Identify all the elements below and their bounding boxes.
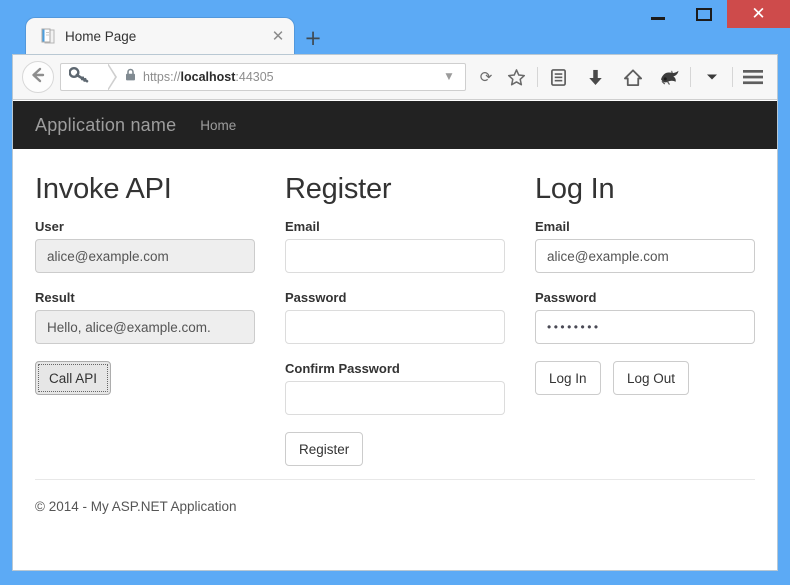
page-container: Invoke API User alice@example.com Result…	[13, 149, 777, 514]
register-password-input[interactable]	[285, 310, 505, 344]
field-confirm-password: Confirm Password	[285, 361, 505, 415]
toolbar-separator	[732, 67, 733, 87]
field-label: Result	[35, 290, 75, 305]
toolbar-separator	[690, 67, 691, 87]
login-email-input[interactable]: alice@example.com	[535, 239, 755, 273]
column-heading: Log In	[535, 173, 615, 205]
column-invoke-api: Invoke API User alice@example.com Result…	[35, 163, 285, 466]
url-text: https://localhost:44305	[143, 70, 439, 84]
field-label: Password	[285, 290, 347, 305]
lock-icon	[125, 68, 136, 86]
reload-button[interactable]: ⟳	[474, 68, 498, 86]
app-navbar: Application name Home	[13, 101, 777, 149]
url-port: :44305	[235, 70, 274, 84]
field-login-email: Email alice@example.com	[535, 219, 755, 273]
browser-content-frame: https://localhost:44305 ▼ ⟳ Application …	[12, 54, 778, 571]
toolbar-separator	[537, 67, 538, 87]
log-in-button[interactable]: Log In	[535, 361, 601, 395]
reader-list-icon[interactable]	[540, 62, 577, 92]
browser-window: ✕ Home Page ✕ + https://localhost:44305 …	[0, 0, 790, 585]
page-viewport: Application name Home Invoke API User al…	[13, 101, 777, 570]
column-log-in: Log In Email alice@example.com Password …	[535, 163, 777, 466]
field-register-email: Email	[285, 219, 505, 273]
url-bar[interactable]: https://localhost:44305 ▼	[60, 63, 466, 91]
navbar-brand[interactable]: Application name	[35, 115, 176, 136]
result-input[interactable]: Hello, alice@example.com.	[35, 310, 255, 344]
field-label: Email	[535, 219, 570, 234]
overflow-chevron-icon[interactable]	[693, 62, 730, 92]
browser-tab-home-page[interactable]: Home Page ✕	[26, 18, 294, 54]
back-button[interactable]	[22, 61, 54, 93]
url-scheme: https://	[143, 70, 181, 84]
column-heading: Invoke API	[35, 173, 172, 205]
navigation-toolbar: https://localhost:44305 ▼ ⟳	[13, 55, 777, 100]
site-identity-box[interactable]	[60, 63, 117, 91]
addon-fox-icon[interactable]	[651, 62, 688, 92]
nav-item-home[interactable]: Home	[200, 118, 236, 133]
urlbar-dropdown-icon[interactable]: ▼	[439, 72, 459, 82]
login-button-group: Log In Log Out	[535, 361, 755, 395]
footer-copyright: © 2014 - My ASP.NET Application	[35, 499, 237, 514]
url-host: localhost	[180, 70, 236, 84]
field-user: User alice@example.com	[35, 219, 255, 273]
bookmark-star-icon[interactable]	[498, 62, 535, 92]
url-input[interactable]: https://localhost:44305 ▼	[108, 63, 466, 91]
form-columns: Invoke API User alice@example.com Result…	[35, 149, 755, 466]
field-label: Email	[285, 219, 320, 234]
confirm-password-input[interactable]	[285, 381, 505, 415]
page-favicon-icon	[40, 28, 56, 45]
field-result: Result Hello, alice@example.com.	[35, 290, 255, 344]
column-register: Register Email Password Confirm Password	[285, 163, 535, 466]
field-label: User	[35, 219, 64, 234]
tab-close-icon[interactable]: ✕	[268, 28, 288, 44]
login-password-input[interactable]: ••••••••	[535, 310, 755, 344]
register-button[interactable]: Register	[285, 432, 364, 466]
field-label: Confirm Password	[285, 361, 400, 376]
tab-strip: Home Page ✕ +	[0, 18, 790, 54]
hamburger-menu-icon[interactable]	[735, 62, 771, 92]
column-heading: Register	[285, 173, 392, 205]
call-api-button[interactable]: Call API	[35, 361, 112, 395]
field-label: Password	[535, 290, 597, 305]
field-login-password: Password ••••••••	[535, 290, 755, 344]
new-tab-button[interactable]: +	[300, 26, 326, 52]
log-out-button[interactable]: Log Out	[613, 361, 690, 395]
tab-title: Home Page	[65, 28, 137, 44]
key-icon	[68, 66, 91, 88]
downloads-arrow-icon[interactable]	[577, 62, 614, 92]
register-email-input[interactable]	[285, 239, 505, 273]
field-register-password: Password	[285, 290, 505, 344]
home-icon[interactable]	[614, 62, 651, 92]
back-arrow-icon	[29, 66, 47, 88]
user-input[interactable]: alice@example.com	[35, 239, 255, 273]
